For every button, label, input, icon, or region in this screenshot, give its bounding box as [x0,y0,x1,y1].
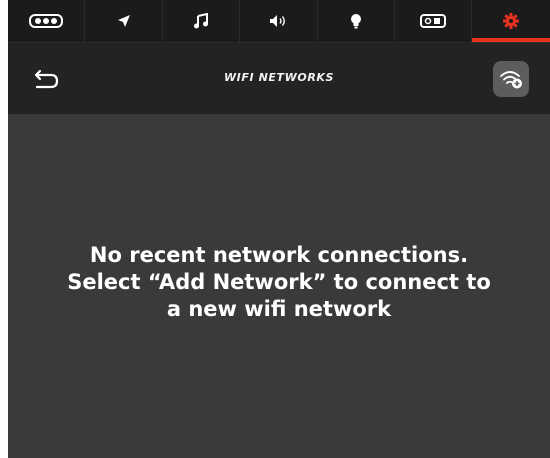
empty-state-message: No recent network connections. Select “A… [8,242,550,323]
top-tab-bar [8,0,550,42]
tab-volume[interactable] [240,0,318,42]
gear-icon [503,13,520,29]
wifi-add-icon [500,71,522,89]
vehicle-icon [29,14,64,28]
music-icon [193,13,208,29]
device-screen: WIFI NETWORKS No recent network connecti… [8,0,550,458]
tab-lighting[interactable] [318,0,395,42]
add-network-button[interactable] [493,61,529,97]
main-content: No recent network connections. Select “A… [8,114,550,458]
tab-controls[interactable] [395,0,473,42]
tab-settings[interactable] [472,0,550,42]
volume-icon [270,15,286,27]
navigation-icon [117,15,130,27]
toggle-icon [420,14,447,28]
page-title: WIFI NETWORKS [223,71,335,84]
tab-navigation[interactable] [85,0,163,42]
tab-music[interactable] [163,0,241,42]
light-bulb-icon [350,14,361,29]
message-line: a new wifi network [166,297,392,321]
message-line: No recent network connections. [89,243,469,267]
message-line: Select “Add Network” to connect to [67,270,491,294]
page-header: WIFI NETWORKS [8,42,550,114]
tab-vehicle[interactable] [8,0,86,42]
